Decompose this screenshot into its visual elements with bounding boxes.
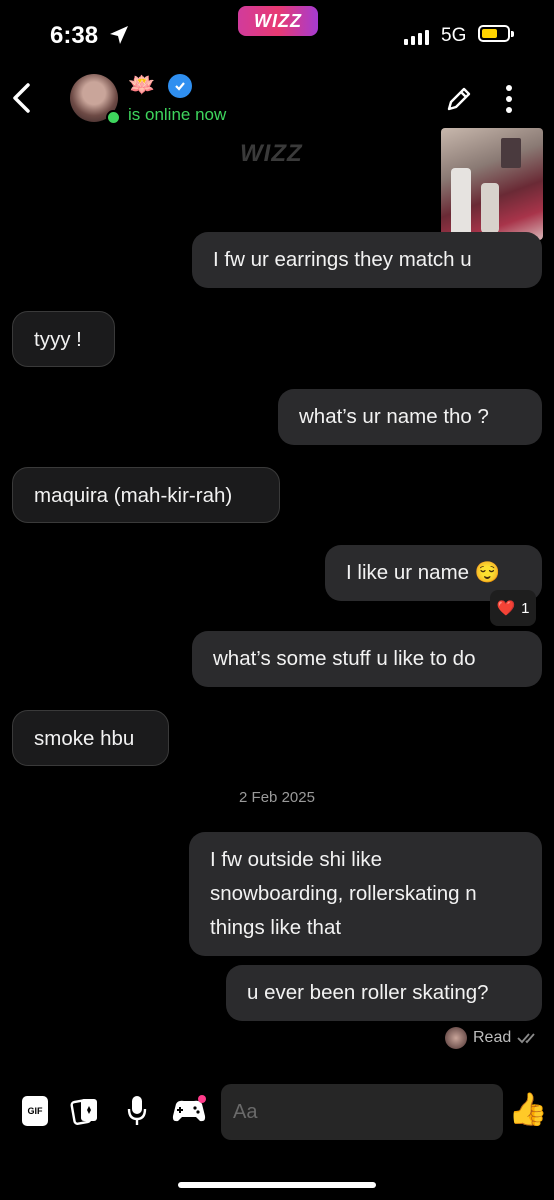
game-controller-icon[interactable] bbox=[170, 1094, 208, 1126]
read-avatar bbox=[445, 1027, 467, 1049]
read-label: Read bbox=[473, 1029, 512, 1046]
reaction-badge[interactable]: ❤️ 1 bbox=[490, 590, 536, 626]
verified-badge-icon bbox=[168, 74, 192, 98]
date-divider: 2 Feb 2025 bbox=[239, 789, 315, 806]
message-incoming[interactable]: maquira (mah-kir-rah) bbox=[12, 467, 280, 523]
online-indicator bbox=[106, 110, 121, 125]
message-outgoing[interactable]: u ever been roller skating? bbox=[226, 965, 542, 1021]
message-outgoing[interactable]: what’s ur name tho ? bbox=[278, 389, 542, 445]
gif-button[interactable]: GIF bbox=[22, 1096, 48, 1126]
app-logo-pill: WIZZ bbox=[238, 6, 318, 36]
shared-photo[interactable] bbox=[441, 128, 543, 240]
read-receipt: Read bbox=[445, 1027, 539, 1049]
network-type: 5G bbox=[441, 25, 467, 46]
message-input[interactable] bbox=[221, 1084, 503, 1140]
back-chevron-icon[interactable] bbox=[10, 82, 34, 114]
online-status: is online now bbox=[128, 105, 227, 124]
thumbs-up-button[interactable]: 👍 bbox=[508, 1090, 548, 1128]
pen-icon[interactable] bbox=[444, 84, 474, 114]
wizz-watermark: WIZZ bbox=[240, 140, 303, 167]
message-incoming[interactable]: tyyy ! bbox=[12, 311, 115, 367]
battery-icon bbox=[478, 25, 514, 42]
lotus-emoji: 🪷 bbox=[128, 72, 156, 97]
more-options-icon[interactable] bbox=[504, 84, 514, 114]
location-arrow-icon bbox=[110, 26, 128, 44]
double-check-icon bbox=[517, 1033, 535, 1044]
message-outgoing[interactable]: I fw ur earrings they match u bbox=[192, 232, 542, 288]
cards-icon[interactable] bbox=[70, 1095, 100, 1127]
home-indicator bbox=[178, 1182, 376, 1188]
message-outgoing[interactable]: I fw outside shi like snowboarding, roll… bbox=[189, 832, 542, 956]
microphone-icon[interactable] bbox=[126, 1094, 148, 1128]
status-time: 6:38 bbox=[50, 22, 99, 49]
message-incoming[interactable]: smoke hbu bbox=[12, 710, 169, 766]
signal-icon bbox=[404, 30, 429, 45]
message-outgoing[interactable]: what’s some stuff u like to do bbox=[192, 631, 542, 687]
reaction-count: 1 bbox=[521, 599, 530, 617]
heart-reaction-icon: ❤️ bbox=[496, 600, 516, 617]
